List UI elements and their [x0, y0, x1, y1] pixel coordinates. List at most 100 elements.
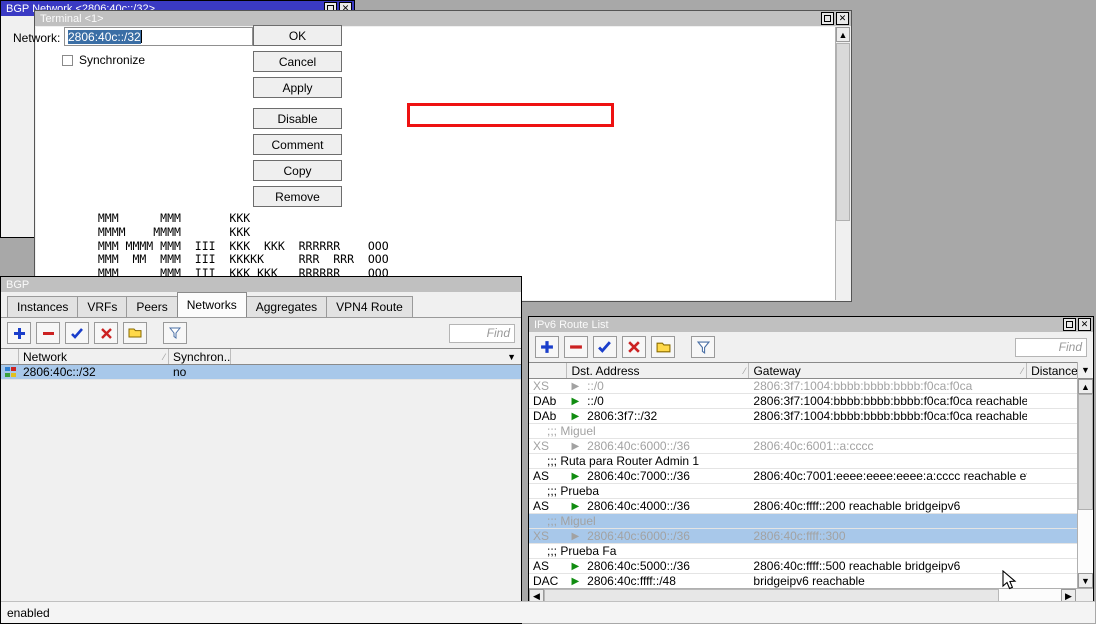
cell-flags: AS — [529, 469, 567, 483]
cell-gateway: 2806:40c:ffff::300 — [749, 529, 1027, 543]
ipv6-toolbar[interactable]: Find — [529, 332, 1093, 362]
network-input[interactable]: 2806:40c::/32 — [64, 27, 253, 46]
bgp-window[interactable]: BGP Instances VRFs Peers Networks Aggreg… — [0, 276, 522, 624]
disable-icon[interactable] — [94, 322, 118, 344]
table-row[interactable]: AS▶2806:40c:5000::/362806:40c:ffff::500 … — [529, 559, 1077, 574]
bgp-toolbar[interactable]: Find — [1, 318, 521, 348]
table-row[interactable]: XS▶::/02806:3f7:1004:bbbb:bbbb:bbbb:f0ca… — [529, 379, 1077, 394]
scroll-up-icon[interactable]: ▲ — [836, 27, 850, 42]
button-label: Copy — [283, 164, 311, 178]
tab-aggregates[interactable]: Aggregates — [246, 296, 327, 317]
cell-distance — [1027, 574, 1077, 588]
maximize-icon[interactable] — [1063, 318, 1076, 331]
chevron-down-icon: ▼ — [507, 352, 516, 362]
filter-icon[interactable] — [163, 322, 187, 344]
scroll-up-icon[interactable]: ▲ — [1078, 379, 1093, 394]
ipv6-col-dst-address[interactable]: Dst. Address ⁄ — [567, 363, 749, 378]
tab-label: Peers — [136, 300, 167, 314]
scroll-down-icon[interactable]: ▼ — [1078, 573, 1093, 588]
route-active-icon: ▶ — [571, 469, 579, 483]
comment-row[interactable]: ;;; Ruta para Router Admin 1 — [529, 454, 1077, 469]
tab-peers[interactable]: Peers — [126, 296, 177, 317]
terminal-vertical-scrollbar[interactable]: ▲ — [835, 27, 850, 300]
cell-synchronize: no — [169, 365, 231, 379]
column-label: Dst. Address — [571, 364, 639, 378]
copy-button[interactable]: Copy — [253, 160, 342, 181]
ipv6-vertical-scrollbar[interactable]: ▼ ▲ ▼ — [1077, 362, 1093, 588]
column-label: Distance — [1031, 364, 1077, 378]
table-row[interactable]: AS▶2806:40c:4000::/362806:40c:ffff::200 … — [529, 499, 1077, 514]
remove-button[interactable]: Remove — [253, 186, 342, 207]
cell-dst-address: ▶::/0 — [567, 379, 749, 393]
bgp-find-input[interactable]: Find — [449, 324, 515, 343]
column-menu-button[interactable]: ▼ — [1078, 362, 1093, 379]
bgp-col-synchronize[interactable]: Synchron... — [169, 349, 231, 364]
bgp-titlebar[interactable]: BGP — [1, 277, 521, 292]
comment-row[interactable]: ;;; Miguel — [529, 424, 1077, 439]
dst-address-text: 2806:40c:ffff::/48 — [587, 574, 676, 588]
cell-distance — [1027, 499, 1077, 513]
table-row[interactable]: AS▶2806:40c:7000::/362806:40c:7001:eeee:… — [529, 469, 1077, 484]
table-row[interactable]: 2806:40c::/32 no — [1, 365, 521, 380]
remove-icon[interactable] — [564, 336, 588, 358]
terminal-output-area[interactable]: MMM MMM KKK MMMM MMMM KKK MMM MMMM MMM I… — [36, 27, 835, 300]
table-row[interactable]: DAb▶2806:3f7::/322806:3f7:1004:bbbb:bbbb… — [529, 409, 1077, 424]
synchronize-checkbox-row[interactable]: Synchronize — [62, 53, 145, 67]
tab-networks[interactable]: Networks — [177, 292, 247, 317]
maximize-icon[interactable] — [821, 12, 834, 25]
remove-icon[interactable] — [36, 322, 60, 344]
terminal-titlebar[interactable]: Terminal <1> ✕ — [35, 11, 851, 26]
table-row[interactable]: XS▶2806:40c:6000::/362806:40c:ffff::300 — [529, 529, 1077, 544]
comment-icon[interactable] — [651, 336, 675, 358]
bgp-tab-bar[interactable]: Instances VRFs Peers Networks Aggregates… — [1, 292, 521, 317]
bgp-column-menu-button[interactable]: ▼ — [231, 349, 521, 364]
bgp-col-flags[interactable] — [1, 349, 19, 364]
comment-icon[interactable] — [123, 322, 147, 344]
comment-text: ;;; Ruta para Router Admin 1 — [529, 454, 699, 468]
table-row[interactable]: DAC▶2806:40c:ffff::/48bridgeipv6 reachab… — [529, 574, 1077, 588]
close-icon[interactable]: ✕ — [836, 12, 849, 25]
cell-dst-address: ▶2806:3f7::/32 — [567, 409, 749, 423]
ipv6-routes-table[interactable]: Dst. Address ⁄ Gateway ⁄ Distance XS▶::/… — [529, 362, 1077, 588]
comment-button[interactable]: Comment — [253, 134, 342, 155]
ipv6-titlebar[interactable]: IPv6 Route List ✕ — [529, 317, 1093, 332]
scrollbar-thumb[interactable] — [1078, 394, 1093, 510]
cell-gateway: 2806:40c:ffff::200 reachable bridgeipv6 — [749, 499, 1027, 513]
disable-button[interactable]: Disable — [253, 108, 342, 129]
cell-flags: XS — [529, 529, 567, 543]
tab-instances[interactable]: Instances — [7, 296, 78, 317]
sort-ascending-icon: ⁄ — [163, 352, 165, 362]
dialog-button-group[interactable]: OK Cancel Apply Disable Comment Copy Rem… — [253, 25, 345, 207]
cell-gateway: 2806:3f7:1004:bbbb:bbbb:bbbb:f0ca:f0ca r… — [749, 394, 1027, 408]
cancel-button[interactable]: Cancel — [253, 51, 342, 72]
scrollbar-thumb[interactable] — [836, 43, 850, 221]
tab-vpn4-route[interactable]: VPN4 Route — [326, 296, 413, 317]
add-icon[interactable] — [535, 336, 559, 358]
column-label: Network — [23, 350, 67, 364]
terminal-window[interactable]: Terminal <1> ✕ MMM MMM KKK MMMM MMMM KKK… — [34, 10, 852, 302]
add-icon[interactable] — [7, 322, 31, 344]
bgp-networks-table[interactable]: Network ⁄ Synchron... ▼ — [1, 348, 521, 380]
scrollbar-track[interactable] — [1078, 394, 1093, 573]
ipv6-find-input[interactable]: Find — [1015, 338, 1087, 357]
enable-icon[interactable] — [65, 322, 89, 344]
synchronize-checkbox[interactable] — [62, 55, 73, 66]
comment-row[interactable]: ;;; Prueba — [529, 484, 1077, 499]
table-row[interactable]: DAb▶::/02806:3f7:1004:bbbb:bbbb:bbbb:f0c… — [529, 394, 1077, 409]
tab-vrfs[interactable]: VRFs — [77, 296, 127, 317]
comment-row[interactable]: ;;; Prueba Fa — [529, 544, 1077, 559]
disable-icon[interactable] — [622, 336, 646, 358]
tab-label: Aggregates — [256, 300, 317, 314]
close-icon[interactable]: ✕ — [1078, 318, 1091, 331]
ipv6-route-list-window[interactable]: IPv6 Route List ✕ — [528, 316, 1094, 622]
comment-row[interactable]: ;;; Miguel — [529, 514, 1077, 529]
table-row[interactable]: XS▶2806:40c:6000::/362806:40c:6001::a:cc… — [529, 439, 1077, 454]
bgp-col-network[interactable]: Network ⁄ — [19, 349, 169, 364]
ipv6-col-gateway[interactable]: Gateway ⁄ — [749, 363, 1027, 378]
ipv6-col-distance[interactable]: Distance — [1027, 363, 1077, 378]
apply-button[interactable]: Apply — [253, 77, 342, 98]
ipv6-col-flags[interactable] — [529, 363, 567, 378]
filter-icon[interactable] — [691, 336, 715, 358]
enable-icon[interactable] — [593, 336, 617, 358]
ok-button[interactable]: OK — [253, 25, 342, 46]
